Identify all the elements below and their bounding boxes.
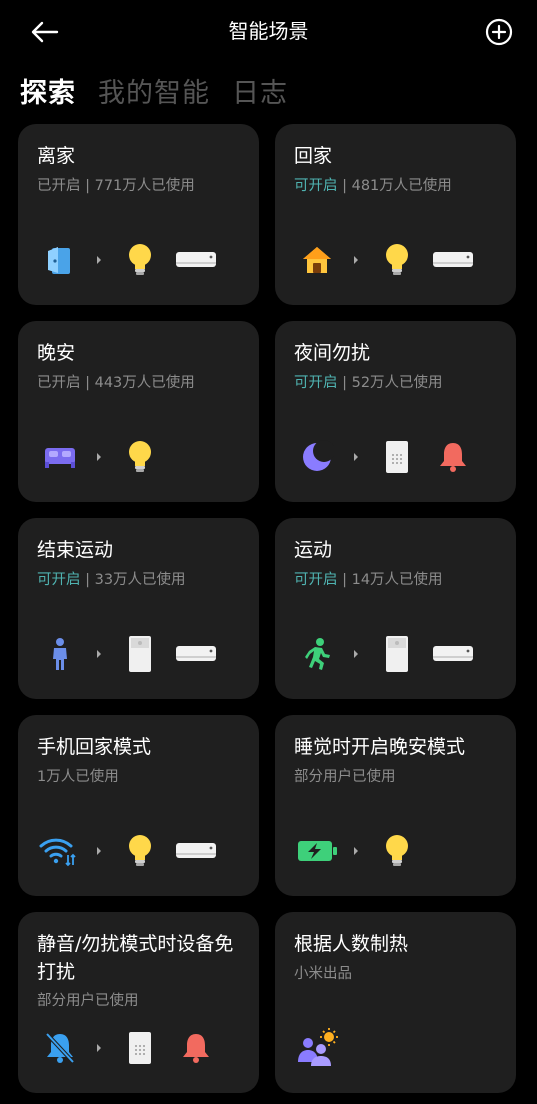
scene-card-arrive-home[interactable]: 回家 可开启 | 481万人已使用 [275,124,516,305]
scene-title: 手机回家模式 [37,736,152,758]
bulb-icon [377,240,417,280]
scene-status: 已开启 [37,375,81,391]
scene-usage: 小米出品 [294,966,352,982]
door-icon [40,240,80,280]
bulb-icon [120,437,160,477]
scene-subtitle: 小米出品 [294,963,352,985]
running-icon [297,634,337,674]
wifi-icon [38,831,78,871]
chevron-right-icon [354,453,358,461]
chevron-right-icon [97,650,101,658]
scene-card-good-night[interactable]: 晚安 已开启 | 443万人已使用 [18,321,259,502]
air-conditioner-icon [431,240,475,280]
scene-card-mute-dnd[interactable]: 静音/勿扰模式时设备免打扰 部分用户已使用 [18,912,259,1093]
scene-title: 静音/勿扰模式时设备免打扰 [37,933,234,983]
scene-device-icons [18,1028,259,1068]
scene-subtitle: 已开启 | 771万人已使用 [37,178,195,194]
scene-device-icons [18,437,259,477]
home-icon [297,240,337,280]
top-bar: 智能场景 [0,0,537,64]
chevron-right-icon [97,453,101,461]
chevron-right-icon [97,1044,101,1052]
scene-device-icons [275,634,516,674]
air-conditioner-icon [174,240,218,280]
scene-status: 已开启 [37,178,81,194]
add-circle-icon [485,18,513,46]
scene-card-night-dnd[interactable]: 夜间勿扰 可开启 | 52万人已使用 [275,321,516,502]
scene-device-icons [275,1028,516,1068]
tab-bar: 探索 我的智能 日志 [20,74,288,114]
air-conditioner-icon [431,634,475,674]
scene-usage: 14万人已使用 [351,572,443,588]
scene-usage: 部分用户已使用 [294,769,396,785]
scene-device-icons [18,831,259,871]
battery-charging-icon [295,831,339,871]
scene-subtitle: 已开启 | 443万人已使用 [37,375,195,391]
scene-device-icons [18,240,259,280]
chevron-right-icon [97,256,101,264]
chevron-right-icon [354,847,358,855]
bell-icon [176,1028,216,1068]
air-conditioner-icon [174,634,218,674]
scene-subtitle: 可开启 | 52万人已使用 [294,375,443,391]
scene-usage: 771万人已使用 [94,178,195,194]
air-conditioner-icon [174,831,218,871]
scene-title: 晚安 [37,342,76,364]
scene-subtitle: 可开启 | 33万人已使用 [37,572,186,588]
bulb-icon [120,831,160,871]
scene-card-phone-home-mode[interactable]: 手机回家模式 1万人已使用 [18,715,259,896]
scene-device-icons [275,240,516,280]
air-purifier-icon [120,634,160,674]
tab-my-smart[interactable]: 我的智能 [98,74,210,114]
scene-title: 离家 [37,145,76,167]
scene-status: 可开启 [37,572,81,588]
scene-subtitle: 部分用户已使用 [37,990,139,1012]
scene-subtitle: 部分用户已使用 [294,766,396,788]
moon-icon [297,437,337,477]
tab-explore[interactable]: 探索 [20,74,76,114]
scene-card-leave-home[interactable]: 离家 已开启 | 771万人已使用 [18,124,259,305]
scene-card-heat-by-people[interactable]: 根据人数制热 小米出品 [275,912,516,1093]
speaker-icon [120,1028,160,1068]
scene-card-end-exercise[interactable]: 结束运动 可开启 | 33万人已使用 [18,518,259,699]
scene-usage: 1万人已使用 [37,769,119,785]
bell-icon [433,437,473,477]
scene-card-sleep-good-night[interactable]: 睡觉时开启晚安模式 部分用户已使用 [275,715,516,896]
scene-device-icons [18,634,259,674]
scene-usage: 33万人已使用 [94,572,186,588]
bulb-icon [377,831,417,871]
air-purifier-icon [377,634,417,674]
people-sun-icon [295,1028,339,1068]
chevron-right-icon [354,256,358,264]
tab-log[interactable]: 日志 [232,74,288,114]
scene-status: 可开启 [294,375,338,391]
scene-title: 回家 [294,145,333,167]
scene-usage: 481万人已使用 [351,178,452,194]
scene-device-icons [275,831,516,871]
scene-title: 睡觉时开启晚安模式 [294,736,466,758]
scene-title: 夜间勿扰 [294,342,371,364]
scene-card-exercise[interactable]: 运动 可开启 | 14万人已使用 [275,518,516,699]
scene-title: 运动 [294,539,333,561]
chevron-right-icon [97,847,101,855]
scene-title: 根据人数制热 [294,933,409,955]
bulb-icon [120,240,160,280]
scene-subtitle: 可开启 | 14万人已使用 [294,572,443,588]
speaker-icon [377,437,417,477]
page-title: 智能场景 [228,19,309,43]
add-scene-button[interactable] [483,16,515,48]
scene-device-icons [275,437,516,477]
scene-subtitle: 可开启 | 481万人已使用 [294,178,452,194]
scene-usage: 部分用户已使用 [37,993,139,1009]
scene-subtitle: 1万人已使用 [37,766,119,788]
scene-status: 可开启 [294,572,338,588]
bed-icon [40,437,80,477]
scene-usage: 443万人已使用 [94,375,195,391]
person-icon [40,634,80,674]
scene-status: 可开启 [294,178,338,194]
mute-bell-icon [40,1028,80,1068]
scene-title: 结束运动 [37,539,114,561]
scene-usage: 52万人已使用 [351,375,443,391]
chevron-right-icon [354,650,358,658]
